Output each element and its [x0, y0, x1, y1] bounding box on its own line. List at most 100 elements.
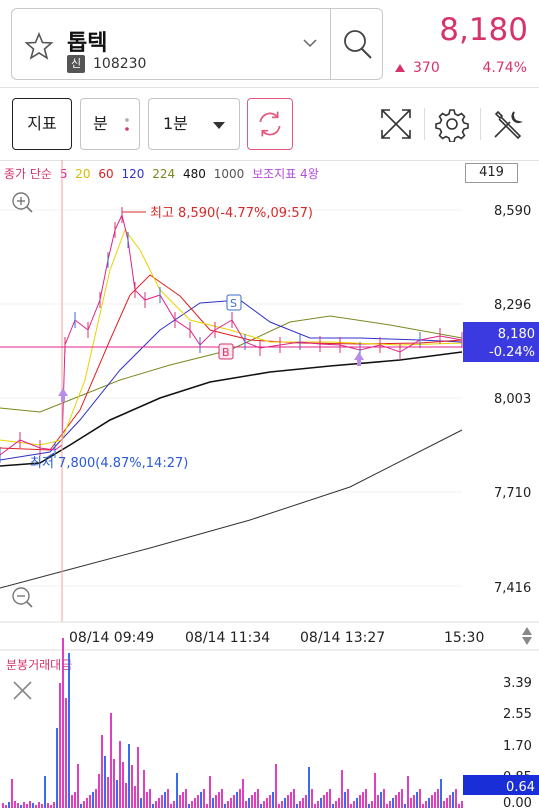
volume-bar: [176, 773, 178, 808]
volume-bar: [449, 795, 451, 808]
x-tick: 08/14 13:27: [300, 630, 385, 646]
zoom-out-icon[interactable]: [12, 587, 33, 608]
fullscreen-icon[interactable]: [378, 106, 414, 142]
volume-bar: [356, 798, 358, 808]
volume-bar: [248, 798, 250, 808]
volume-bar: [440, 779, 442, 808]
high-label: 최고 8,590(-4.77%,09:57): [150, 206, 313, 221]
volume-bar: [305, 795, 307, 808]
zoom-in-icon[interactable]: [12, 192, 33, 213]
close-icon[interactable]: [13, 681, 32, 700]
volume-bar: [77, 764, 79, 808]
refresh-icon: [259, 111, 281, 137]
price-chart[interactable]: 최고 8,590(-4.77%,09:57) 최저 7,800(4.87%,14…: [0, 160, 539, 810]
buy-marker: B: [218, 343, 234, 360]
volume-bar: [335, 801, 337, 808]
volume-bar: [338, 798, 340, 808]
volume-bar: [389, 801, 391, 808]
volume-bar: [215, 795, 217, 808]
volume-bar: [122, 762, 124, 808]
volume-bar: [398, 792, 400, 808]
volume-bar: [431, 795, 433, 808]
volume-bar: [68, 653, 70, 808]
gear-icon[interactable]: [434, 106, 470, 142]
volume-bar: [86, 798, 88, 808]
refresh-button[interactable]: [247, 98, 293, 150]
indicator-button[interactable]: 지표: [12, 98, 72, 150]
volume-bar: [167, 789, 169, 808]
volume-bar: [146, 792, 148, 808]
volume-bar: [350, 804, 352, 808]
y-tick: 7,710: [494, 486, 531, 501]
volume-bar: [191, 801, 193, 808]
y-tick: 8,296: [494, 298, 531, 313]
volume-bar: [401, 789, 403, 808]
caret-down-icon: [213, 122, 225, 129]
volume-bar: [392, 798, 394, 808]
volume-bar: [377, 795, 379, 808]
volume-bar: [317, 801, 319, 808]
volume-bar: [227, 801, 229, 808]
volume-bar: [347, 789, 349, 808]
volume-bar: [173, 801, 175, 808]
change-value: 370: [413, 60, 440, 76]
last-pct: -0.24%: [489, 345, 535, 360]
volume-bar: [182, 792, 184, 808]
volume-bar: [119, 741, 121, 808]
volume-bar: [311, 789, 313, 808]
volume-bar: [425, 801, 427, 808]
star-icon[interactable]: [24, 31, 54, 61]
volume-bar: [152, 804, 154, 808]
volume-bar: [194, 798, 196, 808]
volume-bar: [47, 803, 49, 808]
volume-bar: [455, 789, 457, 808]
volume-bar: [287, 795, 289, 808]
volume-bar: [197, 795, 199, 808]
change-percent: 4.74%: [482, 60, 527, 76]
volume-bar: [32, 803, 34, 808]
divider: [424, 108, 425, 140]
axis-scale-icon[interactable]: [522, 627, 532, 645]
volume-bar: [23, 802, 25, 808]
volume-bar: [74, 792, 76, 808]
stock-selector[interactable]: 톱텍 신 108230: [11, 8, 383, 80]
volume-bar: [101, 735, 103, 808]
volume-bar: [293, 789, 295, 808]
volume-bar: [203, 789, 205, 808]
volume-bar: [395, 795, 397, 808]
last-price: 8,180: [498, 327, 535, 342]
sell-marker: S: [226, 294, 242, 311]
volume-bar: [365, 789, 367, 808]
volume-bar: [155, 801, 157, 808]
period-label: 분: [93, 114, 108, 133]
volume-bar: [233, 795, 235, 808]
volume-bar: [212, 798, 214, 808]
volume-bar: [83, 801, 85, 808]
volume-bar: [374, 773, 376, 808]
volume-bar: [17, 803, 19, 808]
volume-bar: [380, 792, 382, 808]
volume-bar: [329, 789, 331, 808]
chevron-down-icon[interactable]: [302, 37, 318, 49]
volume-bar: [371, 801, 373, 808]
tools-icon[interactable]: [490, 106, 526, 142]
volume-bar: [290, 792, 292, 808]
divider: [0, 87, 539, 88]
volume-bar: [107, 777, 109, 808]
interval-select[interactable]: 1분: [148, 98, 240, 150]
volume-bar: [275, 764, 277, 808]
svg-text:B: B: [222, 346, 230, 359]
search-icon[interactable]: [342, 27, 374, 61]
divider: [330, 9, 331, 79]
volume-bar: [143, 770, 145, 808]
low-label: 최저 7,800(4.87%,14:27): [30, 456, 188, 471]
y-tick: 8,003: [494, 392, 531, 407]
volume-bar: [59, 683, 61, 808]
volume-bar: [359, 795, 361, 808]
volume-bar: [314, 804, 316, 808]
volume-bar: [263, 801, 265, 808]
period-button[interactable]: 분: [80, 98, 140, 150]
volume-bar: [326, 792, 328, 808]
stock-code: 108230: [93, 56, 147, 72]
volume-bar: [245, 801, 247, 808]
